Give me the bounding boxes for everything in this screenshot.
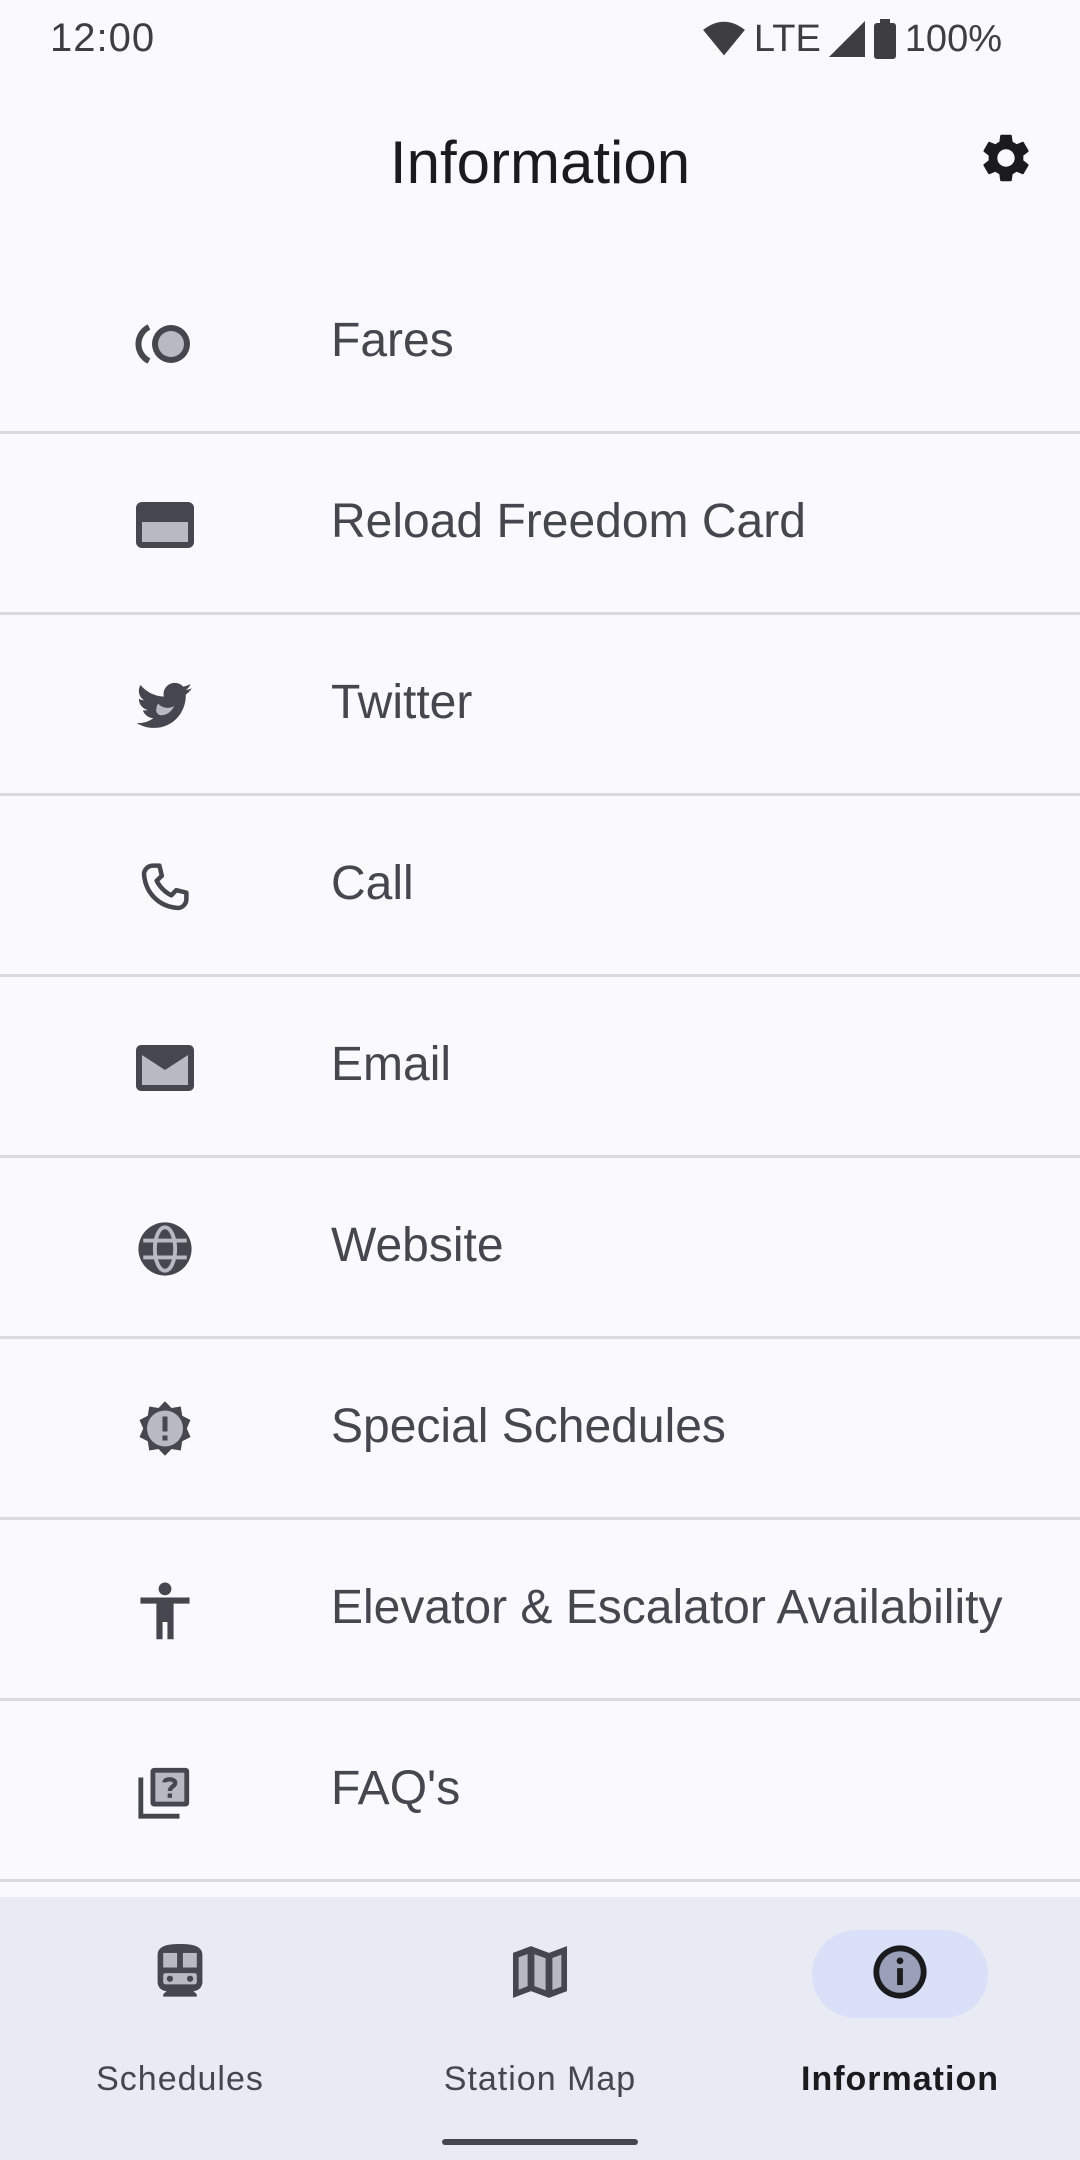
nav-item-information[interactable]: Information — [720, 1897, 1080, 2098]
info-icon — [871, 1943, 929, 2006]
list-item-reload-freedom-card[interactable]: Reload Freedom Card — [0, 434, 1080, 615]
list-item-website[interactable]: Website — [0, 1158, 1080, 1339]
list-item-label: Fares — [331, 314, 454, 367]
nav-active-indicator — [812, 1930, 988, 2018]
list-item-label: Twitter — [331, 676, 473, 729]
phone-icon — [130, 852, 200, 922]
nav-label-information: Information — [801, 2060, 999, 2098]
credit-card-icon — [130, 490, 200, 560]
signal-icon — [828, 21, 865, 57]
list-item-label: Reload Freedom Card — [331, 495, 806, 548]
nav-item-schedules[interactable]: Schedules — [0, 1897, 360, 2098]
status-bar: 12:00 LTE 100% — [0, 0, 1080, 78]
status-icons: LTE 100% — [702, 14, 1002, 64]
list-item-elevator-escalator[interactable]: Elevator & Escalator Availability — [0, 1520, 1080, 1701]
list-item-fares[interactable]: Fares — [0, 253, 1080, 434]
coins-icon — [130, 309, 200, 379]
list-item-label: Email — [331, 1038, 452, 1091]
list-item-twitter[interactable]: Twitter — [0, 615, 1080, 796]
nav-label-station-map: Station Map — [443, 2060, 637, 2098]
nav-icon-container — [452, 1930, 628, 2018]
question-library-icon — [130, 1757, 200, 1827]
list-item-label: Website — [331, 1219, 504, 1272]
app-bar: Information — [0, 78, 1080, 258]
battery-icon — [873, 19, 897, 59]
nav-icon-container — [92, 1930, 268, 2018]
settings-button[interactable] — [968, 122, 1044, 198]
train-icon — [155, 1943, 205, 2005]
bottom-navigation: Schedules Station Map Information — [0, 1897, 1080, 2160]
globe-icon — [130, 1214, 200, 1284]
home-indicator[interactable] — [442, 2139, 638, 2145]
gear-icon — [977, 129, 1035, 192]
list-item-label: Elevator & Escalator Availability — [331, 1581, 1003, 1634]
list-item-label: Call — [331, 857, 414, 910]
information-list: Fares Reload Freedom Card Twitter Call E… — [0, 253, 1080, 1882]
map-icon — [513, 1945, 567, 2003]
wifi-icon — [702, 19, 746, 59]
accessibility-icon — [130, 1576, 200, 1646]
list-item-label: Special Schedules — [331, 1400, 726, 1453]
alert-badge-icon — [130, 1395, 200, 1465]
battery-percent: 100% — [904, 17, 1002, 60]
list-item-faqs[interactable]: FAQ's — [0, 1701, 1080, 1882]
list-item-special-schedules[interactable]: Special Schedules — [0, 1339, 1080, 1520]
nav-item-station-map[interactable]: Station Map — [360, 1897, 720, 2098]
envelope-icon — [130, 1033, 200, 1103]
network-type: LTE — [753, 17, 821, 60]
list-item-label: FAQ's — [331, 1762, 461, 1815]
nav-label-schedules: Schedules — [96, 2060, 264, 2098]
twitter-bird-icon — [130, 671, 200, 741]
status-time: 12:00 — [50, 16, 156, 60]
list-item-email[interactable]: Email — [0, 977, 1080, 1158]
list-item-call[interactable]: Call — [0, 796, 1080, 977]
page-title: Information — [389, 129, 691, 196]
